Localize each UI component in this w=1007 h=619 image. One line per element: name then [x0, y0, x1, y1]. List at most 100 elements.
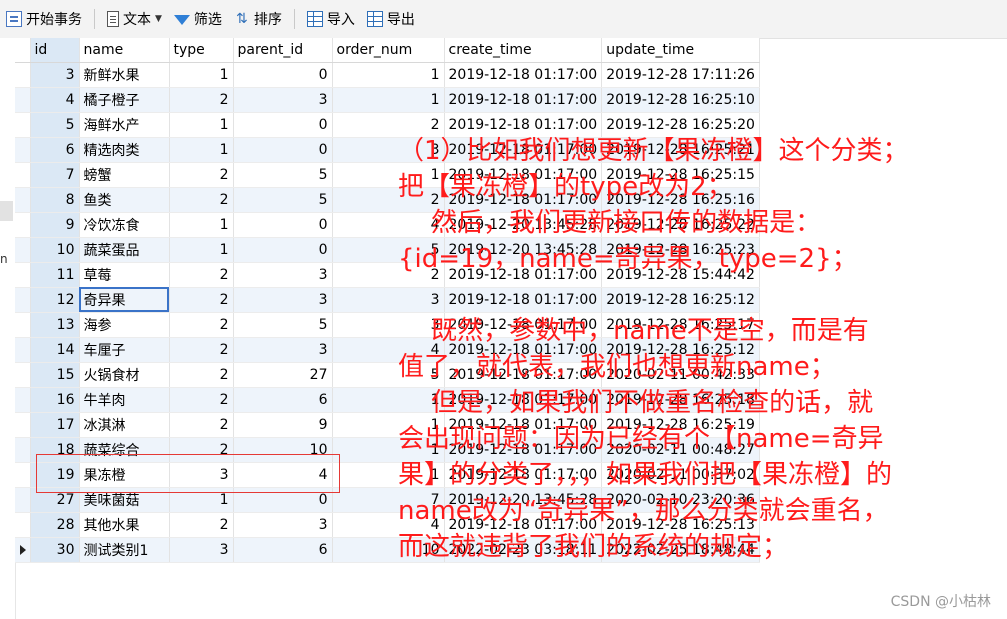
row-marker[interactable]: [15, 362, 31, 388]
cell-type[interactable]: 1: [169, 112, 234, 138]
row-marker[interactable]: [15, 487, 31, 513]
cell-id[interactable]: 5: [30, 112, 80, 138]
cell-name[interactable]: 奇异果: [79, 287, 170, 313]
cell-order-num[interactable]: 1: [332, 62, 445, 88]
cell-type[interactable]: 1: [169, 62, 234, 88]
cell-type[interactable]: 2: [169, 262, 234, 288]
cell-parent-id[interactable]: 27: [233, 362, 333, 388]
cell-parent-id[interactable]: 3: [233, 262, 333, 288]
cell-update-time[interactable]: 2019-12-28 17:11:26: [601, 62, 760, 88]
cell-parent-id[interactable]: 10: [233, 437, 333, 463]
cell-parent-id[interactable]: 4: [233, 462, 333, 488]
cell-parent-id[interactable]: 3: [233, 287, 333, 313]
cell-name[interactable]: 美味菌菇: [79, 487, 170, 513]
text-button[interactable]: 文本 ▼: [101, 7, 168, 31]
row-marker[interactable]: [15, 212, 31, 238]
column-header-order-num[interactable]: order_num: [332, 38, 445, 63]
cell-type[interactable]: 2: [169, 162, 234, 188]
cell-id[interactable]: 11: [30, 262, 80, 288]
row-marker[interactable]: [15, 162, 31, 188]
cell-id[interactable]: 16: [30, 387, 80, 413]
cell-name[interactable]: 车厘子: [79, 337, 170, 363]
cell-name[interactable]: 火锅食材: [79, 362, 170, 388]
table-row[interactable]: 3 新鲜水果 1 0 1 2019-12-18 01:17:00 2019-12-28 17…: [15, 62, 760, 88]
cell-parent-id[interactable]: 9: [233, 412, 333, 438]
cell-id[interactable]: 4: [30, 87, 80, 113]
cell-parent-id[interactable]: 5: [233, 187, 333, 213]
cell-parent-id[interactable]: 3: [233, 337, 333, 363]
cell-name[interactable]: 冷饮冻食: [79, 212, 170, 238]
cell-id[interactable]: 3: [30, 62, 80, 88]
row-marker[interactable]: [15, 237, 31, 263]
cell-name[interactable]: 海参: [79, 312, 170, 338]
row-marker[interactable]: [15, 262, 31, 288]
row-marker[interactable]: [15, 62, 31, 88]
cell-parent-id[interactable]: 3: [233, 87, 333, 113]
row-marker[interactable]: [15, 187, 31, 213]
cell-parent-id[interactable]: 5: [233, 312, 333, 338]
cell-id[interactable]: 9: [30, 212, 80, 238]
cell-parent-id[interactable]: 0: [233, 112, 333, 138]
cell-parent-id[interactable]: 0: [233, 487, 333, 513]
cell-parent-id[interactable]: 3: [233, 512, 333, 538]
cell-type[interactable]: 2: [169, 87, 234, 113]
cell-name[interactable]: 牛羊肉: [79, 387, 170, 413]
filter-button[interactable]: 筛选: [168, 7, 228, 31]
row-marker[interactable]: [15, 87, 31, 113]
cell-create-time[interactable]: 2019-12-18 01:17:00: [444, 87, 603, 113]
column-header-id[interactable]: id: [30, 38, 80, 63]
cell-type[interactable]: 1: [169, 137, 234, 163]
cell-id[interactable]: 14: [30, 337, 80, 363]
cell-id[interactable]: 8: [30, 187, 80, 213]
cell-update-time[interactable]: 2019-12-28 16:25:10: [601, 87, 760, 113]
cell-type[interactable]: 2: [169, 362, 234, 388]
cell-name[interactable]: 果冻橙: [79, 462, 170, 488]
cell-id[interactable]: 15: [30, 362, 80, 388]
cell-id[interactable]: 28: [30, 512, 80, 538]
cell-type[interactable]: 2: [169, 437, 234, 463]
row-marker[interactable]: [15, 462, 31, 488]
column-header-parent-id[interactable]: parent_id: [233, 38, 333, 63]
row-marker[interactable]: [15, 387, 31, 413]
column-header-name[interactable]: name: [79, 38, 170, 63]
cell-parent-id[interactable]: 0: [233, 237, 333, 263]
cell-name[interactable]: 草莓: [79, 262, 170, 288]
cell-id[interactable]: 13: [30, 312, 80, 338]
sort-button[interactable]: ⇅ 排序: [228, 7, 288, 31]
cell-id[interactable]: 27: [30, 487, 80, 513]
cell-name[interactable]: 精选肉类: [79, 137, 170, 163]
cell-type[interactable]: 1: [169, 212, 234, 238]
cell-name[interactable]: 冰淇淋: [79, 412, 170, 438]
cell-parent-id[interactable]: 0: [233, 62, 333, 88]
cell-type[interactable]: 1: [169, 487, 234, 513]
cell-type[interactable]: 2: [169, 187, 234, 213]
cell-type[interactable]: 2: [169, 312, 234, 338]
cell-type[interactable]: 2: [169, 337, 234, 363]
cell-id[interactable]: 12: [30, 287, 80, 313]
cell-parent-id[interactable]: 0: [233, 212, 333, 238]
cell-type[interactable]: 2: [169, 387, 234, 413]
cell-name[interactable]: 橘子橙子: [79, 87, 170, 113]
cell-id[interactable]: 19: [30, 462, 80, 488]
begin-transaction-button[interactable]: 开始事务: [0, 7, 88, 31]
table-row[interactable]: 4 橘子橙子 2 3 1 2019-12-18 01:17:00 2019-12-28 16…: [15, 87, 760, 113]
cell-id[interactable]: 10: [30, 237, 80, 263]
cell-id[interactable]: 6: [30, 137, 80, 163]
cell-id[interactable]: 30: [30, 537, 80, 563]
cell-name[interactable]: 鱼类: [79, 187, 170, 213]
column-header-update-time[interactable]: update_time: [601, 38, 760, 63]
cell-name[interactable]: 蔬菜综合: [79, 437, 170, 463]
cell-name[interactable]: 螃蟹: [79, 162, 170, 188]
cell-id[interactable]: 18: [30, 437, 80, 463]
cell-name[interactable]: 测试类别1: [79, 537, 170, 563]
row-marker[interactable]: [15, 437, 31, 463]
cell-type[interactable]: 2: [169, 287, 234, 313]
row-marker[interactable]: [15, 112, 31, 138]
cell-type[interactable]: 2: [169, 512, 234, 538]
cell-name[interactable]: 海鲜水产: [79, 112, 170, 138]
row-marker[interactable]: [15, 312, 31, 338]
cell-type[interactable]: 3: [169, 462, 234, 488]
cell-id[interactable]: 7: [30, 162, 80, 188]
row-marker[interactable]: [15, 412, 31, 438]
row-marker[interactable]: [15, 537, 31, 563]
